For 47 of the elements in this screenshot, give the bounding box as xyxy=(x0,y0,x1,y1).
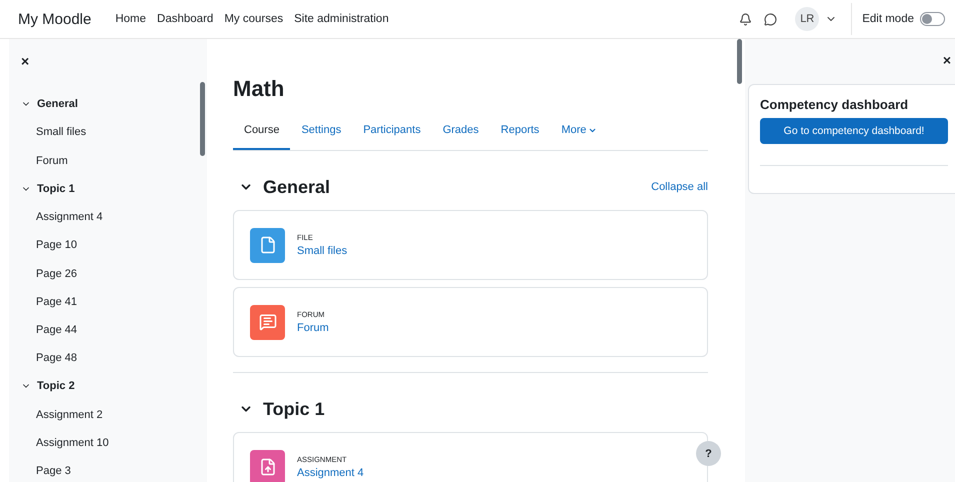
course-title: Math xyxy=(233,76,286,102)
course-tab[interactable]: Reports xyxy=(490,112,550,150)
index-section[interactable]: General xyxy=(21,90,207,118)
bell-icon[interactable] xyxy=(739,12,752,26)
activity-link[interactable]: Small files xyxy=(297,245,348,257)
nav-link[interactable]: My courses xyxy=(224,13,284,25)
activity-link[interactable]: Forum xyxy=(297,322,329,334)
course-tab[interactable]: Settings xyxy=(290,112,352,150)
chat-icon[interactable] xyxy=(764,12,778,26)
index-item[interactable]: Page 44 xyxy=(21,316,207,344)
edit-mode-switch[interactable] xyxy=(920,12,945,26)
index-item[interactable]: Page 48 xyxy=(21,344,207,372)
file-icon xyxy=(258,236,276,254)
scrollbar-thumb[interactable] xyxy=(737,39,742,84)
nav-link[interactable]: Home xyxy=(115,13,146,25)
activity-link[interactable]: Assignment 4 xyxy=(297,467,364,479)
nav-link[interactable]: Dashboard xyxy=(157,13,214,25)
edit-mode-label: Edit mode xyxy=(862,13,914,25)
index-item[interactable]: Assignment 2 xyxy=(21,400,207,429)
nav-link[interactable]: Site administration xyxy=(294,13,389,25)
index-item[interactable]: Page 26 xyxy=(21,260,207,288)
index-item[interactable]: Small files xyxy=(21,118,207,147)
close-button[interactable]: × xyxy=(21,54,30,68)
section-title: Topic 1 xyxy=(263,398,326,420)
course-tab[interactable]: More xyxy=(550,112,608,150)
index-item[interactable]: Page 3 xyxy=(21,457,207,482)
index-item[interactable]: Assignment 4 xyxy=(21,203,207,232)
section-title: General xyxy=(263,176,332,198)
file-upload-icon xyxy=(258,458,276,476)
course-tab[interactable]: Course xyxy=(233,112,290,150)
scrollbar-thumb[interactable] xyxy=(200,82,205,156)
index-section[interactable]: Topic 1 xyxy=(21,174,207,204)
index-item[interactable]: Forum xyxy=(21,146,207,175)
dashboard-button[interactable]: Go to competency dashboard! xyxy=(760,118,948,144)
index-item[interactable]: Page 41 xyxy=(21,288,207,316)
user-avatar[interactable]: LR xyxy=(795,7,820,31)
course-tab[interactable]: Participants xyxy=(352,112,432,150)
help-button[interactable]: ? xyxy=(696,441,721,466)
course-tab[interactable]: Grades xyxy=(432,112,490,150)
site-name[interactable]: My Moodle xyxy=(18,10,92,28)
block-title: Competency dashboard xyxy=(760,97,910,112)
collapse-all-link[interactable]: Collapse all xyxy=(651,181,708,193)
close-button[interactable]: × xyxy=(942,53,951,67)
index-item[interactable]: Assignment 10 xyxy=(21,428,207,458)
index-item[interactable]: Page 10 xyxy=(21,231,207,260)
index-section[interactable]: Topic 2 xyxy=(21,372,207,401)
comment-icon xyxy=(258,313,276,331)
